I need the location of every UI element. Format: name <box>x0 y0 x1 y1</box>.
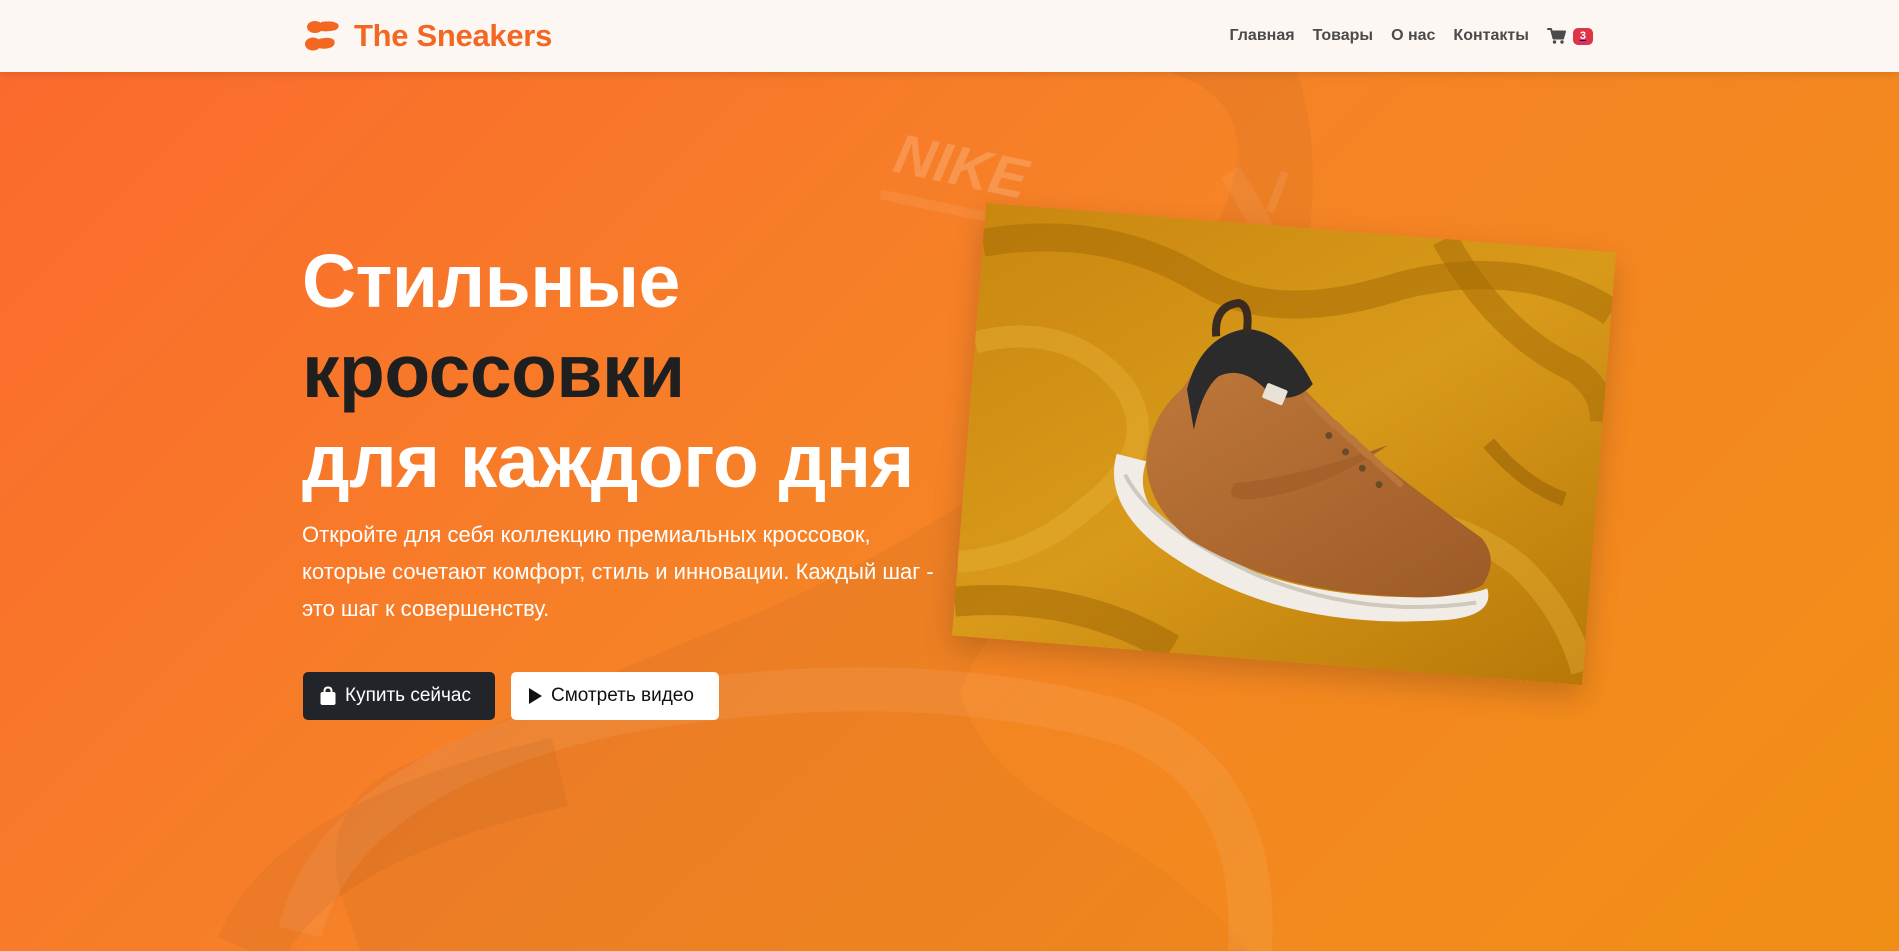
watch-video-button[interactable]: Смотреть видео <box>511 672 719 720</box>
cart-count-badge: 3 <box>1572 27 1593 45</box>
nav-link-products[interactable]: Товары <box>1313 27 1374 45</box>
background-sneaker-image: NIKE <box>217 72 1313 951</box>
brand-name: The Sneakers <box>354 18 553 53</box>
buy-now-label: Купить сейчас <box>345 685 471 706</box>
hero-product-photo <box>951 202 1617 686</box>
hero-title-line-1: Стильные <box>302 239 680 323</box>
shopping-bag-icon <box>320 686 336 705</box>
sneaker-photo <box>951 202 1617 686</box>
hero-title: Стильные кроссовки для каждого дня <box>302 236 942 506</box>
hero-description: Откройте для себя коллекцию премиальных … <box>302 522 934 621</box>
hero-section: NIKE Стильные кроссовки для каждого дня … <box>0 72 1899 951</box>
shoe-prints-icon <box>305 21 339 51</box>
hero-title-line-3: для каждого дня <box>302 419 914 503</box>
nav-link-contacts[interactable]: Контакты <box>1453 27 1528 45</box>
navbar: The Sneakers Главная Товары О нас Контак… <box>0 0 1899 72</box>
nav-link-about[interactable]: О нас <box>1391 27 1435 45</box>
brand-link[interactable]: The Sneakers <box>302 17 552 55</box>
play-icon <box>529 688 542 704</box>
nav-link-home[interactable]: Главная <box>1229 27 1294 45</box>
main-nav: Главная Товары О нас Контакты 3 <box>1229 22 1593 50</box>
hero-title-line-2: кроссовки <box>302 329 685 413</box>
buy-now-button[interactable]: Купить сейчас <box>303 672 495 720</box>
shopping-cart-icon <box>1546 28 1566 44</box>
watch-video-label: Смотреть видео <box>551 685 694 706</box>
cart-link[interactable]: 3 <box>1546 27 1593 45</box>
